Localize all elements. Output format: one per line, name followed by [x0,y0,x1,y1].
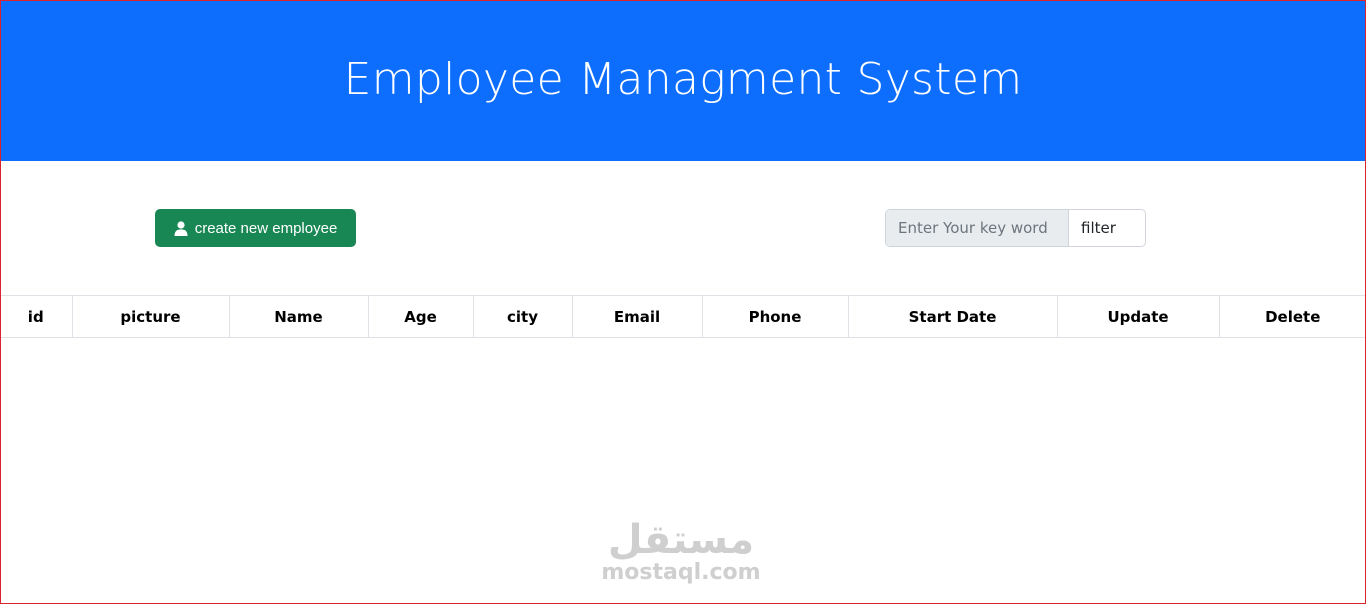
column-header-picture: picture [72,295,230,338]
page-header: Employee Managment System [0,0,1366,161]
table-header-row: id picture Name Age city Email Phone Sta… [0,295,1366,338]
column-header-email: Email [572,295,703,338]
search-group: filter [885,209,1146,247]
create-employee-label: create new employee [194,219,338,237]
watermark-logo: مستقل mostaql.com [600,518,762,584]
column-header-update: Update [1057,295,1220,338]
column-header-name: Name [229,295,369,338]
column-header-age: Age [368,295,474,338]
person-icon [174,220,188,236]
create-employee-button[interactable]: create new employee [155,209,356,247]
page-title: Employee Managment System [343,54,1023,105]
search-input[interactable] [886,210,1068,246]
watermark-latin: mostaql.com [601,560,761,585]
watermark-arabic: مستقل [607,517,755,563]
column-header-start-date: Start Date [848,295,1058,338]
column-header-id: id [0,295,73,338]
employees-table: id picture Name Age city Email Phone Sta… [0,295,1366,338]
column-header-phone: Phone [702,295,849,338]
column-header-delete: Delete [1219,295,1366,338]
filter-button[interactable]: filter [1068,210,1145,246]
column-header-city: city [473,295,573,338]
